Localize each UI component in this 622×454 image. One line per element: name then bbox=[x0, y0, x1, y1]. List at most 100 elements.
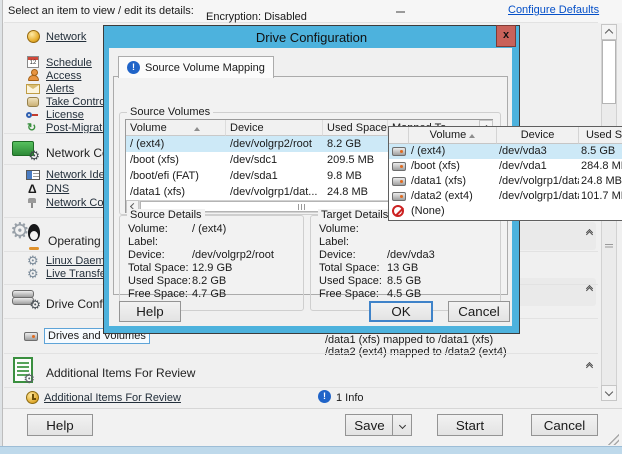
detail-value: 4.5 GB bbox=[387, 288, 421, 301]
collapse-section-icon[interactable] bbox=[582, 359, 596, 373]
none-icon bbox=[392, 205, 404, 217]
cell-device: /dev/sdc1 bbox=[226, 152, 323, 168]
dropdown-used: 101.7 MB bbox=[581, 189, 622, 204]
main-scrollbar-thumb[interactable] bbox=[602, 40, 616, 104]
cancel-button[interactable]: Cancel bbox=[531, 414, 598, 436]
detail-label: Used Space: bbox=[128, 275, 191, 288]
dropdown-header-volume[interactable]: Volume bbox=[409, 127, 497, 144]
schedule-icon: 12 bbox=[27, 56, 39, 68]
detail-label: Total Space: bbox=[128, 262, 189, 275]
dropdown-volume: / (ext4) bbox=[411, 144, 495, 159]
cell-device: /dev/sda1 bbox=[226, 168, 323, 184]
network-icon bbox=[27, 30, 40, 43]
volume-icon bbox=[392, 147, 406, 156]
scroll-up-button[interactable] bbox=[601, 24, 617, 40]
sidebar-item-dns[interactable]: DNS bbox=[46, 183, 69, 195]
sidebar-item-take-control[interactable]: Take Control bbox=[46, 96, 108, 108]
target-details-group: Target Details Volume: Label: Device: /d… bbox=[310, 215, 501, 311]
dropdown-used: 284.8 MB bbox=[581, 159, 622, 174]
access-icon bbox=[27, 69, 40, 81]
live-transfer-icon: ⚙ bbox=[27, 267, 39, 280]
mapping-summary-line: /data1 (xfs) mapped to /data1 (xfs) bbox=[325, 334, 493, 346]
detail-label: Volume: bbox=[128, 223, 168, 236]
dialog-ok-button[interactable]: OK bbox=[369, 301, 433, 322]
detail-value: / (ext4) bbox=[192, 223, 226, 236]
sidebar-item-schedule[interactable]: Schedule bbox=[46, 57, 92, 69]
tab-label: Source Volume Mapping bbox=[145, 62, 265, 74]
collapse-section-icon[interactable] bbox=[582, 226, 596, 240]
detail-label: Device: bbox=[319, 249, 356, 262]
dropdown-header-used[interactable]: Used S bbox=[579, 127, 622, 144]
column-header-used-space[interactable]: Used Space bbox=[323, 120, 388, 136]
dropdown-item[interactable]: /data1 (xfs) /dev/volgrp1/data 24.8 MB bbox=[389, 174, 622, 189]
dropdown-device: /dev/volgrp1/data bbox=[499, 174, 579, 189]
column-header-volume[interactable]: Volume bbox=[126, 120, 226, 136]
detail-label: Free Space: bbox=[319, 288, 379, 301]
detail-value: 12.9 GB bbox=[192, 262, 232, 275]
start-button[interactable]: Start bbox=[437, 414, 503, 436]
additional-items-icon: ⚙ bbox=[13, 357, 33, 383]
column-header-device[interactable]: Device bbox=[226, 120, 323, 136]
configure-defaults-link[interactable]: Configure Defaults bbox=[508, 4, 599, 16]
sidebar-item-access[interactable]: Access bbox=[46, 70, 81, 82]
cell-used-space: 9.8 MB bbox=[323, 168, 388, 184]
close-icon[interactable]: x bbox=[496, 25, 516, 47]
detail-label: Used Space: bbox=[319, 275, 382, 288]
sidebar-item-additional-items-review[interactable]: Additional Items For Review bbox=[44, 392, 181, 404]
info-count-badge: 1 Info bbox=[336, 392, 364, 404]
window-left-edge bbox=[0, 0, 3, 454]
dialog-help-button[interactable]: Help bbox=[119, 301, 181, 322]
dropdown-header-device[interactable]: Device bbox=[497, 127, 579, 144]
network-configuration-icon: ⚙ bbox=[12, 139, 38, 159]
scroll-down-button[interactable] bbox=[601, 385, 617, 401]
detail-label: Label: bbox=[128, 236, 158, 249]
scrollbar-grip[interactable] bbox=[605, 244, 613, 249]
collapsed-indicator bbox=[396, 11, 405, 13]
detail-value: 8.5 GB bbox=[387, 275, 421, 288]
dropdown-item[interactable]: /boot (xfs) /dev/vda1 284.8 MB bbox=[389, 159, 622, 174]
license-icon bbox=[26, 111, 39, 120]
dialog-title: Drive Configuration bbox=[104, 27, 519, 48]
sidebar-item-alerts[interactable]: Alerts bbox=[46, 83, 74, 95]
sidebar-item-network[interactable]: Network bbox=[46, 31, 86, 43]
section-additional-items[interactable]: Additional Items For Review bbox=[46, 366, 195, 380]
detail-label: Label: bbox=[319, 236, 349, 249]
dropdown-device: /dev/vda3 bbox=[499, 144, 579, 159]
cell-volume: /boot (xfs) bbox=[126, 152, 226, 168]
dropdown-item[interactable]: / (ext4) /dev/vda3 8.5 GB bbox=[389, 144, 622, 159]
sort-ascending-icon bbox=[194, 127, 200, 131]
sort-ascending-icon bbox=[469, 134, 475, 138]
help-button[interactable]: Help bbox=[27, 414, 93, 436]
dns-icon: Δ bbox=[28, 183, 37, 195]
dropdown-used: 24.8 MB bbox=[581, 174, 622, 189]
sidebar-item-license[interactable]: License bbox=[46, 109, 84, 121]
dropdown-header-icon-col bbox=[389, 127, 409, 144]
window-bottom-edge bbox=[0, 446, 622, 454]
dialog-cancel-button[interactable]: Cancel bbox=[448, 301, 510, 322]
cell-device: /dev/volgrp1/dat... bbox=[226, 184, 323, 200]
take-control-icon bbox=[27, 97, 39, 107]
tab-source-volume-mapping[interactable]: ! Source Volume Mapping bbox=[118, 56, 274, 78]
source-details-group: Source Details Volume: / (ext4) Label: D… bbox=[119, 215, 304, 311]
save-dropdown-button[interactable] bbox=[392, 414, 412, 436]
dropdown-device: /dev/vda1 bbox=[499, 159, 579, 174]
cell-device: /dev/volgrp2/root bbox=[226, 136, 323, 152]
mapped-to-dropdown-list: Volume Device Used S / (ext4) /dev/vda3 … bbox=[388, 126, 622, 221]
cell-used-space: 24.8 MB bbox=[323, 184, 388, 200]
dropdown-device: /dev/volgrp1/data bbox=[499, 189, 579, 204]
dropdown-item[interactable]: /data2 (ext4) /dev/volgrp1/data 101.7 MB bbox=[389, 189, 622, 204]
detail-label: Free Space: bbox=[128, 288, 188, 301]
table-hscrollbar-grip[interactable] bbox=[298, 204, 305, 210]
save-button[interactable]: Save bbox=[345, 414, 393, 436]
detail-value: 4.7 GB bbox=[192, 288, 226, 301]
dropdown-item-none[interactable]: (None) bbox=[389, 204, 622, 219]
cell-used-space: 209.5 MB bbox=[323, 152, 388, 168]
additional-items-clock-icon bbox=[26, 391, 39, 404]
detail-value: /dev/vda3 bbox=[387, 249, 435, 262]
operating-system-icon: ⚙ bbox=[12, 222, 42, 250]
alerts-icon bbox=[26, 84, 40, 94]
volume-icon bbox=[392, 192, 406, 201]
target-details-label: Target Details bbox=[318, 209, 391, 221]
detail-value: /dev/volgrp2/root bbox=[192, 249, 274, 262]
network-identity-icon bbox=[26, 170, 40, 180]
